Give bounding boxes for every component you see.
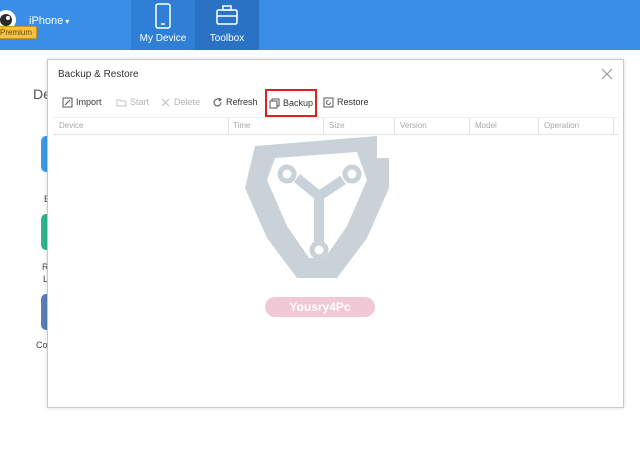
- toolbox-icon: [216, 5, 238, 25]
- start-label: Start: [130, 97, 150, 107]
- column-header-device[interactable]: Device: [59, 121, 83, 130]
- watermark-logo-icon: [245, 136, 389, 278]
- close-icon[interactable]: [601, 68, 613, 80]
- device-name-label: iPhone: [29, 15, 64, 27]
- tab-toolbox[interactable]: Toolbox: [195, 0, 259, 50]
- device-selector[interactable]: iPhone ▾: [29, 15, 69, 27]
- backup-label: Backup: [283, 98, 314, 108]
- watermark-text: Yousry4Pc: [265, 297, 375, 317]
- refresh-icon: [213, 97, 222, 106]
- refresh-label: Refresh: [226, 97, 258, 107]
- premium-badge: Premium: [0, 26, 38, 39]
- backup-button[interactable]: Backup: [265, 89, 318, 117]
- delete-label: Delete: [174, 97, 201, 107]
- import-button[interactable]: Import: [62, 90, 102, 114]
- background-tile-label: Co: [36, 340, 48, 350]
- dialog-toolbar: Import Start Delete Refresh Backup Resto…: [48, 89, 623, 117]
- dialog-title: Backup & Restore: [58, 69, 139, 80]
- phone-icon: [155, 3, 171, 29]
- column-divider[interactable]: [613, 118, 614, 135]
- restore-label: Restore: [337, 97, 369, 107]
- column-divider[interactable]: [538, 118, 539, 135]
- column-header-model[interactable]: Model: [475, 121, 497, 130]
- restore-icon: [323, 97, 334, 107]
- delete-icon: [161, 98, 170, 106]
- delete-button[interactable]: Delete: [160, 90, 200, 114]
- column-divider[interactable]: [469, 118, 470, 135]
- refresh-button[interactable]: Refresh: [212, 90, 258, 114]
- folder-icon: [116, 99, 127, 106]
- chevron-down-icon: ▾: [65, 17, 70, 26]
- tab-toolbox-label: Toolbox: [209, 33, 245, 44]
- column-header-operation[interactable]: Operation: [544, 121, 579, 130]
- top-navigation-bar: Premium iPhone ▾ My Device Toolbox: [0, 0, 640, 50]
- restore-button[interactable]: Restore: [323, 90, 369, 114]
- tab-my-device[interactable]: My Device: [131, 0, 195, 50]
- import-label: Import: [76, 97, 102, 107]
- import-icon: [62, 97, 73, 107]
- tab-my-device-label: My Device: [139, 33, 187, 44]
- start-button[interactable]: Start: [116, 90, 149, 114]
- backup-icon: [269, 98, 280, 108]
